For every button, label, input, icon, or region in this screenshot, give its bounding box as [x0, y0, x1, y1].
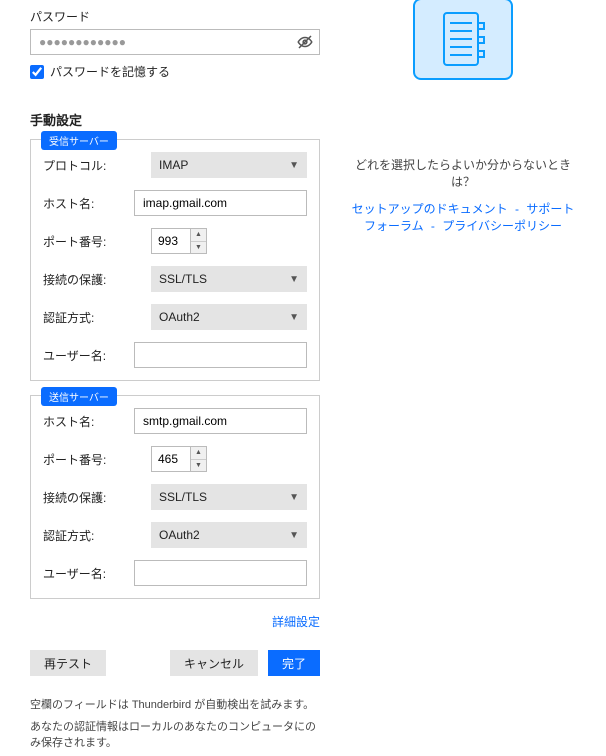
incoming-server-group: 受信サーバー プロトコル: IMAP ▼ ホスト名: ポート番号: ▲▼ [30, 139, 320, 381]
remember-label: パスワードを記憶する [50, 63, 170, 80]
link-sep: - [428, 219, 439, 233]
outgoing-badge: 送信サーバー [41, 387, 117, 406]
done-button[interactable]: 完了 [268, 650, 320, 676]
incoming-security-select[interactable]: SSL/TLS ▼ [151, 266, 307, 292]
link-sep: - [512, 202, 523, 216]
outgoing-user-input[interactable] [134, 560, 307, 586]
incoming-port-spinner[interactable]: ▲▼ [191, 228, 207, 254]
incoming-security-label: 接続の保護: [43, 271, 151, 288]
outgoing-port-input[interactable] [151, 446, 191, 472]
incoming-badge: 受信サーバー [41, 131, 117, 150]
outgoing-user-label: ユーザー名: [43, 565, 134, 582]
incoming-auth-label: 認証方式: [43, 309, 151, 326]
remember-password[interactable]: パスワードを記憶する [30, 63, 320, 80]
spinner-up-icon[interactable]: ▲ [191, 447, 206, 460]
chevron-down-icon: ▼ [289, 530, 299, 541]
cancel-button[interactable]: キャンセル [170, 650, 258, 676]
incoming-user-label: ユーザー名: [43, 347, 134, 364]
incoming-host-label: ホスト名: [43, 195, 134, 212]
help-question: どれを選択したらよいか分からないときは？ [350, 156, 576, 190]
incoming-protocol-select[interactable]: IMAP ▼ [151, 152, 307, 178]
footer-note-1: 空欄のフィールドは Thunderbird が自動検出を試みます。 [30, 696, 320, 712]
outgoing-host-label: ホスト名: [43, 413, 134, 430]
help-links: セットアップのドキュメント - サポートフォーラム - プライバシーポリシー [350, 200, 576, 234]
incoming-auth-value: OAuth2 [159, 310, 200, 324]
footer-note-2: あなたの認証情報はローカルのあなたのコンピュータにのみ保存されます。 [30, 718, 320, 750]
advanced-settings-link[interactable]: 詳細設定 [30, 613, 320, 630]
outgoing-server-group: 送信サーバー ホスト名: ポート番号: ▲▼ 接続の保護: SSL/TLS ▼ [30, 395, 320, 599]
privacy-policy-link[interactable]: プライバシーポリシー [442, 219, 562, 233]
incoming-port-input[interactable] [151, 228, 191, 254]
chevron-down-icon: ▼ [289, 312, 299, 323]
outgoing-auth-select[interactable]: OAuth2 ▼ [151, 522, 307, 548]
chevron-down-icon: ▼ [289, 160, 299, 171]
incoming-security-value: SSL/TLS [159, 272, 207, 286]
incoming-user-input[interactable] [134, 342, 307, 368]
outgoing-auth-label: 認証方式: [43, 527, 151, 544]
chevron-down-icon: ▼ [289, 492, 299, 503]
outgoing-security-label: 接続の保護: [43, 489, 151, 506]
outgoing-auth-value: OAuth2 [159, 528, 200, 542]
outgoing-security-select[interactable]: SSL/TLS ▼ [151, 484, 307, 510]
eye-slash-icon[interactable] [296, 33, 314, 51]
addressbook-illustration [413, 0, 513, 80]
spinner-down-icon[interactable]: ▼ [191, 242, 206, 254]
outgoing-host-input[interactable] [134, 408, 307, 434]
password-label: パスワード [30, 8, 320, 25]
outgoing-port-label: ポート番号: [43, 451, 151, 468]
incoming-auth-select[interactable]: OAuth2 ▼ [151, 304, 307, 330]
spinner-up-icon[interactable]: ▲ [191, 229, 206, 242]
manual-settings-title: 手動設定 [30, 110, 320, 129]
spinner-down-icon[interactable]: ▼ [191, 460, 206, 472]
password-input[interactable] [30, 29, 320, 55]
setup-doc-link[interactable]: セットアップのドキュメント [352, 202, 508, 216]
incoming-protocol-value: IMAP [159, 158, 188, 172]
chevron-down-icon: ▼ [289, 274, 299, 285]
incoming-protocol-label: プロトコル: [43, 157, 151, 174]
incoming-port-label: ポート番号: [43, 233, 151, 250]
outgoing-port-spinner[interactable]: ▲▼ [191, 446, 207, 472]
retest-button[interactable]: 再テスト [30, 650, 106, 676]
outgoing-security-value: SSL/TLS [159, 490, 207, 504]
remember-checkbox[interactable] [30, 65, 44, 79]
incoming-host-input[interactable] [134, 190, 307, 216]
